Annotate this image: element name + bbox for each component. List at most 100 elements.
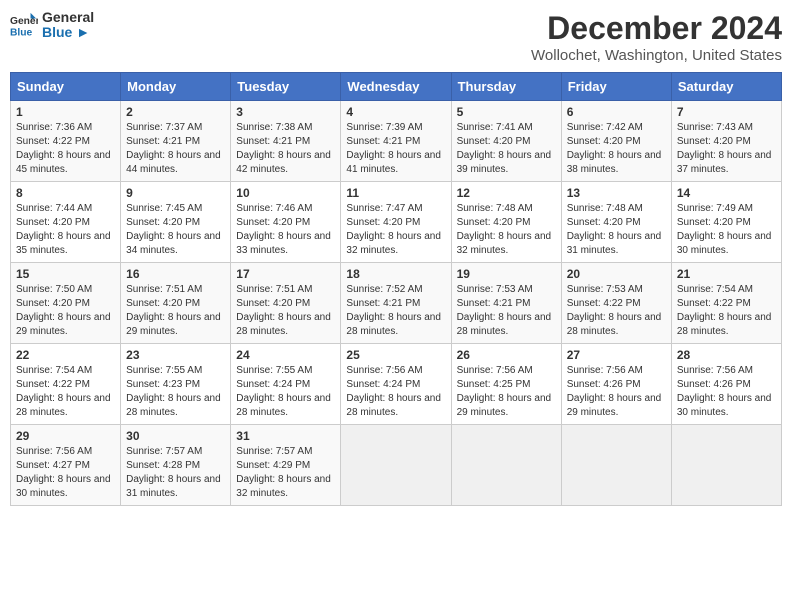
weekday-header-friday: Friday [561, 73, 671, 101]
calendar-cell: 1 Sunrise: 7:36 AMSunset: 4:22 PMDayligh… [11, 101, 121, 182]
day-info: Sunrise: 7:50 AMSunset: 4:20 PMDaylight:… [16, 284, 111, 337]
calendar-cell [671, 425, 781, 506]
day-number: 27 [567, 348, 666, 362]
calendar-cell: 12 Sunrise: 7:48 AMSunset: 4:20 PMDaylig… [451, 182, 561, 263]
calendar-cell: 15 Sunrise: 7:50 AMSunset: 4:20 PMDaylig… [11, 263, 121, 344]
day-info: Sunrise: 7:41 AMSunset: 4:20 PMDaylight:… [457, 122, 552, 175]
day-info: Sunrise: 7:57 AMSunset: 4:29 PMDaylight:… [236, 446, 331, 499]
day-number: 1 [16, 105, 115, 119]
title-area: December 2024 Wollochet, Washington, Uni… [531, 10, 782, 64]
calendar-cell: 5 Sunrise: 7:41 AMSunset: 4:20 PMDayligh… [451, 101, 561, 182]
day-info: Sunrise: 7:56 AMSunset: 4:24 PMDaylight:… [346, 365, 441, 418]
calendar-cell: 6 Sunrise: 7:42 AMSunset: 4:20 PMDayligh… [561, 101, 671, 182]
page-title: December 2024 [531, 10, 782, 47]
day-info: Sunrise: 7:47 AMSunset: 4:20 PMDaylight:… [346, 203, 441, 256]
calendar-cell: 17 Sunrise: 7:51 AMSunset: 4:20 PMDaylig… [231, 263, 341, 344]
day-number: 29 [16, 429, 115, 443]
day-info: Sunrise: 7:48 AMSunset: 4:20 PMDaylight:… [457, 203, 552, 256]
logo-general: General [42, 10, 94, 25]
day-number: 24 [236, 348, 335, 362]
day-info: Sunrise: 7:49 AMSunset: 4:20 PMDaylight:… [677, 203, 772, 256]
day-number: 21 [677, 267, 776, 281]
day-number: 2 [126, 105, 225, 119]
week-row-5: 29 Sunrise: 7:56 AMSunset: 4:27 PMDaylig… [11, 425, 782, 506]
calendar-table: SundayMondayTuesdayWednesdayThursdayFrid… [10, 72, 782, 506]
day-number: 25 [346, 348, 445, 362]
day-number: 14 [677, 186, 776, 200]
weekday-header-row: SundayMondayTuesdayWednesdayThursdayFrid… [11, 73, 782, 101]
day-info: Sunrise: 7:51 AMSunset: 4:20 PMDaylight:… [236, 284, 331, 337]
week-row-2: 8 Sunrise: 7:44 AMSunset: 4:20 PMDayligh… [11, 182, 782, 263]
day-number: 17 [236, 267, 335, 281]
day-number: 8 [16, 186, 115, 200]
calendar-cell: 13 Sunrise: 7:48 AMSunset: 4:20 PMDaylig… [561, 182, 671, 263]
calendar-cell: 31 Sunrise: 7:57 AMSunset: 4:29 PMDaylig… [231, 425, 341, 506]
calendar-cell: 26 Sunrise: 7:56 AMSunset: 4:25 PMDaylig… [451, 344, 561, 425]
calendar-cell: 24 Sunrise: 7:55 AMSunset: 4:24 PMDaylig… [231, 344, 341, 425]
day-number: 28 [677, 348, 776, 362]
calendar-cell: 14 Sunrise: 7:49 AMSunset: 4:20 PMDaylig… [671, 182, 781, 263]
calendar-cell: 4 Sunrise: 7:39 AMSunset: 4:21 PMDayligh… [341, 101, 451, 182]
day-info: Sunrise: 7:53 AMSunset: 4:21 PMDaylight:… [457, 284, 552, 337]
day-info: Sunrise: 7:46 AMSunset: 4:20 PMDaylight:… [236, 203, 331, 256]
calendar-cell: 21 Sunrise: 7:54 AMSunset: 4:22 PMDaylig… [671, 263, 781, 344]
weekday-header-saturday: Saturday [671, 73, 781, 101]
day-number: 12 [457, 186, 556, 200]
calendar-cell: 22 Sunrise: 7:54 AMSunset: 4:22 PMDaylig… [11, 344, 121, 425]
logo: General Blue General Blue ► [10, 10, 94, 41]
calendar-cell: 11 Sunrise: 7:47 AMSunset: 4:20 PMDaylig… [341, 182, 451, 263]
day-number: 15 [16, 267, 115, 281]
svg-text:Blue: Blue [10, 28, 33, 39]
calendar-cell [451, 425, 561, 506]
day-info: Sunrise: 7:43 AMSunset: 4:20 PMDaylight:… [677, 122, 772, 175]
day-info: Sunrise: 7:38 AMSunset: 4:21 PMDaylight:… [236, 122, 331, 175]
day-info: Sunrise: 7:54 AMSunset: 4:22 PMDaylight:… [677, 284, 772, 337]
day-number: 22 [16, 348, 115, 362]
day-number: 9 [126, 186, 225, 200]
day-info: Sunrise: 7:45 AMSunset: 4:20 PMDaylight:… [126, 203, 221, 256]
day-number: 18 [346, 267, 445, 281]
day-number: 6 [567, 105, 666, 119]
day-number: 16 [126, 267, 225, 281]
week-row-1: 1 Sunrise: 7:36 AMSunset: 4:22 PMDayligh… [11, 101, 782, 182]
weekday-header-wednesday: Wednesday [341, 73, 451, 101]
calendar-cell: 20 Sunrise: 7:53 AMSunset: 4:22 PMDaylig… [561, 263, 671, 344]
calendar-cell: 8 Sunrise: 7:44 AMSunset: 4:20 PMDayligh… [11, 182, 121, 263]
day-number: 5 [457, 105, 556, 119]
day-number: 20 [567, 267, 666, 281]
logo-icon: General Blue [10, 11, 38, 39]
day-info: Sunrise: 7:55 AMSunset: 4:24 PMDaylight:… [236, 365, 331, 418]
day-info: Sunrise: 7:56 AMSunset: 4:26 PMDaylight:… [567, 365, 662, 418]
day-number: 23 [126, 348, 225, 362]
day-number: 10 [236, 186, 335, 200]
day-info: Sunrise: 7:57 AMSunset: 4:28 PMDaylight:… [126, 446, 221, 499]
logo-blue: Blue ► [42, 25, 94, 40]
day-info: Sunrise: 7:39 AMSunset: 4:21 PMDaylight:… [346, 122, 441, 175]
day-number: 19 [457, 267, 556, 281]
weekday-header-monday: Monday [121, 73, 231, 101]
day-info: Sunrise: 7:53 AMSunset: 4:22 PMDaylight:… [567, 284, 662, 337]
calendar-cell: 27 Sunrise: 7:56 AMSunset: 4:26 PMDaylig… [561, 344, 671, 425]
calendar-cell [561, 425, 671, 506]
day-number: 13 [567, 186, 666, 200]
week-row-4: 22 Sunrise: 7:54 AMSunset: 4:22 PMDaylig… [11, 344, 782, 425]
calendar-cell: 9 Sunrise: 7:45 AMSunset: 4:20 PMDayligh… [121, 182, 231, 263]
calendar-cell: 10 Sunrise: 7:46 AMSunset: 4:20 PMDaylig… [231, 182, 341, 263]
calendar-cell [341, 425, 451, 506]
calendar-cell: 18 Sunrise: 7:52 AMSunset: 4:21 PMDaylig… [341, 263, 451, 344]
calendar-cell: 23 Sunrise: 7:55 AMSunset: 4:23 PMDaylig… [121, 344, 231, 425]
day-number: 31 [236, 429, 335, 443]
day-info: Sunrise: 7:56 AMSunset: 4:27 PMDaylight:… [16, 446, 111, 499]
day-info: Sunrise: 7:52 AMSunset: 4:21 PMDaylight:… [346, 284, 441, 337]
day-info: Sunrise: 7:56 AMSunset: 4:25 PMDaylight:… [457, 365, 552, 418]
day-info: Sunrise: 7:36 AMSunset: 4:22 PMDaylight:… [16, 122, 111, 175]
weekday-header-sunday: Sunday [11, 73, 121, 101]
calendar-cell: 28 Sunrise: 7:56 AMSunset: 4:26 PMDaylig… [671, 344, 781, 425]
calendar-cell: 25 Sunrise: 7:56 AMSunset: 4:24 PMDaylig… [341, 344, 451, 425]
day-number: 4 [346, 105, 445, 119]
week-row-3: 15 Sunrise: 7:50 AMSunset: 4:20 PMDaylig… [11, 263, 782, 344]
day-number: 7 [677, 105, 776, 119]
day-number: 3 [236, 105, 335, 119]
calendar-cell: 19 Sunrise: 7:53 AMSunset: 4:21 PMDaylig… [451, 263, 561, 344]
day-info: Sunrise: 7:54 AMSunset: 4:22 PMDaylight:… [16, 365, 111, 418]
